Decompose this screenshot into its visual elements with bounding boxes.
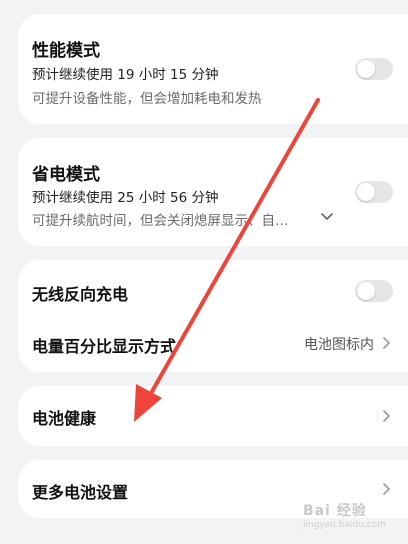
battery-health-label: 电池健康 bbox=[32, 409, 97, 428]
performance-mode-card: 性能模式 预计继续使用 19 小时 15 分钟 可提升设备性能，但会增加耗电和发… bbox=[18, 14, 408, 124]
power-saving-toggle[interactable] bbox=[355, 181, 393, 203]
toggle-knob bbox=[357, 183, 375, 201]
battery-percent-value: 电池图标内 bbox=[304, 337, 374, 353]
watermark-sub: jingyan.baidu.com bbox=[302, 520, 386, 530]
chevron-right-icon bbox=[383, 337, 390, 349]
performance-mode-estimate: 预计继续使用 19 小时 15 分钟 bbox=[32, 67, 219, 83]
power-saving-desc: 可提升续航时间，但会关闭熄屏显示、自… bbox=[32, 213, 289, 229]
chevron-right-icon bbox=[383, 483, 390, 495]
power-saving-title: 省电模式 bbox=[32, 165, 100, 185]
battery-percent-label: 电量百分比显示方式 bbox=[32, 337, 177, 356]
performance-mode-toggle[interactable] bbox=[355, 58, 393, 80]
watermark: Bai 经验 jingyan.baidu.com bbox=[303, 500, 386, 530]
wireless-reverse-label: 无线反向充电 bbox=[32, 285, 129, 304]
performance-mode-desc: 可提升设备性能，但会增加耗电和发热 bbox=[32, 91, 262, 107]
watermark-text: Bai 经验 bbox=[302, 503, 367, 519]
power-saving-card: 省电模式 预计继续使用 25 小时 56 分钟 可提升续航时间，但会关闭熄屏显示… bbox=[18, 138, 408, 246]
battery-percent-row[interactable]: 电量百分比显示方式 电池图标内 bbox=[18, 316, 408, 372]
battery-health-card[interactable]: 电池健康 bbox=[18, 386, 408, 446]
charging-display-card: 无线反向充电 电量百分比显示方式 电池图标内 bbox=[18, 260, 408, 372]
performance-mode-title: 性能模式 bbox=[32, 41, 100, 61]
more-battery-settings-label: 更多电池设置 bbox=[32, 483, 129, 502]
power-saving-estimate: 预计继续使用 25 小时 56 分钟 bbox=[32, 190, 219, 206]
toggle-knob bbox=[357, 282, 375, 300]
toggle-knob bbox=[357, 60, 375, 78]
wireless-reverse-toggle[interactable] bbox=[355, 280, 393, 302]
chevron-right-icon bbox=[383, 410, 390, 422]
expand-chevron-down-icon[interactable] bbox=[320, 212, 334, 222]
wireless-reverse-row[interactable]: 无线反向充电 bbox=[18, 260, 408, 316]
